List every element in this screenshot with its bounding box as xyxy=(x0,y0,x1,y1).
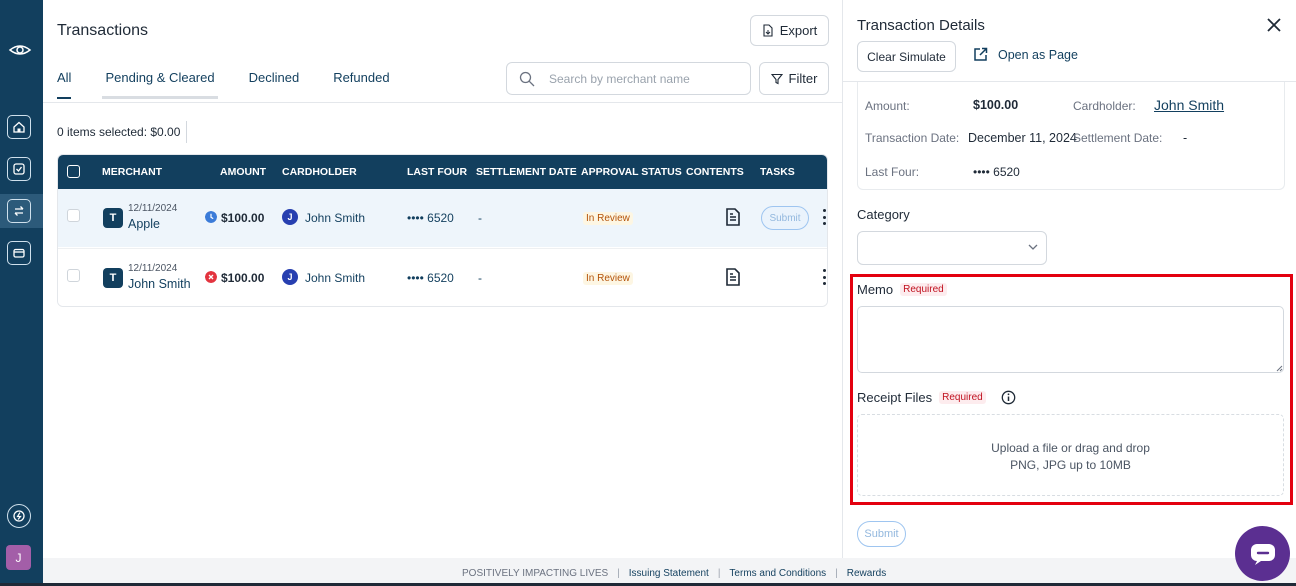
chat-icon xyxy=(1250,543,1275,565)
last-four: •••• 6520 xyxy=(407,271,454,285)
transaction-date-label: Transaction Date: xyxy=(865,131,960,145)
table-header: MERCHANT AMOUNT CARDHOLDER LAST FOUR SET… xyxy=(58,155,827,189)
document-icon[interactable] xyxy=(725,268,741,286)
support-nav-icon[interactable] xyxy=(7,504,31,528)
page-title: Transactions xyxy=(57,22,148,39)
category-select[interactable] xyxy=(857,231,1047,265)
left-nav-rail: J xyxy=(0,0,43,584)
last-four-value: •••• 6520 xyxy=(973,165,1020,179)
header-contents[interactable]: CONTENTS xyxy=(686,166,744,178)
cardholder-avatar: J xyxy=(282,209,298,225)
open-as-page-label: Open as Page xyxy=(998,47,1078,62)
footer-link-terms[interactable]: Terms and Conditions xyxy=(729,568,826,579)
tab-declined[interactable]: Declined xyxy=(249,70,300,99)
filter-icon xyxy=(770,73,783,84)
header-cardholder[interactable]: CARDHOLDER xyxy=(282,166,357,178)
header-tasks[interactable]: TASKS xyxy=(760,166,795,178)
open-as-page-link[interactable]: Open as Page xyxy=(973,47,1078,62)
x-circle-icon xyxy=(205,271,217,283)
table-row[interactable]: T 12/11/2024 John Smith $100.00 J John S… xyxy=(58,248,827,306)
export-icon xyxy=(763,24,773,37)
status-tabs: All Pending & Cleared Declined Refunded xyxy=(57,70,424,99)
merchant-name: Apple xyxy=(128,217,160,231)
clear-simulate-button[interactable]: Clear Simulate xyxy=(857,41,956,72)
user-avatar[interactable]: J xyxy=(6,545,31,570)
transaction-date: 12/11/2024 xyxy=(128,263,178,274)
header-settlement-date[interactable]: SETTLEMENT DATE xyxy=(476,166,577,178)
transaction-date-value: December 11, 2024 xyxy=(968,131,1077,145)
close-icon[interactable] xyxy=(1266,17,1282,33)
header-last-four[interactable]: LAST FOUR xyxy=(407,166,467,178)
filter-label: Filter xyxy=(788,71,818,86)
settlement-date: - xyxy=(478,211,482,225)
table-row[interactable]: T 12/11/2024 Apple $100.00 J John Smith … xyxy=(58,189,827,247)
last-four-label: Last Four: xyxy=(865,165,920,179)
row-checkbox[interactable] xyxy=(67,269,80,282)
search-input[interactable] xyxy=(549,71,729,86)
select-all-checkbox[interactable] xyxy=(67,165,80,178)
footer-link-rewards[interactable]: Rewards xyxy=(847,568,886,579)
row-submit-button[interactable]: Submit xyxy=(761,206,809,230)
filter-button[interactable]: Filter xyxy=(759,62,829,95)
amount-value: $100.00 xyxy=(973,98,1019,112)
transactions-table: MERCHANT AMOUNT CARDHOLDER LAST FOUR SET… xyxy=(57,154,828,307)
row-more-icon[interactable] xyxy=(823,209,827,225)
amount: $100.00 xyxy=(221,211,265,225)
transactions-main: Transactions Export All Pending & Cleare… xyxy=(43,0,842,558)
submit-button[interactable]: Submit xyxy=(857,521,906,547)
clock-icon xyxy=(205,211,217,223)
footer-tagline: POSITIVELY IMPACTING LIVES xyxy=(462,568,609,579)
header-approval-status[interactable]: APPROVAL STATUS xyxy=(581,166,682,178)
header-merchant[interactable]: MERCHANT xyxy=(102,166,162,178)
selection-divider xyxy=(186,121,187,143)
transaction-summary: Amount: $100.00 Cardholder: John Smith T… xyxy=(857,82,1285,190)
home-nav-icon[interactable] xyxy=(7,115,31,139)
tab-all[interactable]: All xyxy=(57,70,72,99)
transaction-date: 12/11/2024 xyxy=(128,203,178,214)
row-checkbox[interactable] xyxy=(67,209,80,222)
cardholder-avatar: J xyxy=(282,269,298,285)
row-more-icon[interactable] xyxy=(823,269,827,285)
selection-summary: 0 items selected: $0.00 xyxy=(57,125,181,139)
tab-refunded[interactable]: Refunded xyxy=(333,70,389,99)
tab-pending-cleared[interactable]: Pending & Cleared xyxy=(102,70,218,99)
chat-launcher[interactable] xyxy=(1235,526,1290,581)
merchant-name: John Smith xyxy=(128,277,191,291)
settlement-date-label: Settlement Date: xyxy=(1073,131,1163,145)
export-button[interactable]: Export xyxy=(750,15,829,46)
document-icon[interactable] xyxy=(725,208,741,226)
tabs-divider xyxy=(43,102,842,103)
page-footer: POSITIVELY IMPACTING LIVES | Issuing Sta… xyxy=(43,558,1296,583)
footer-link-issuing-statement[interactable]: Issuing Statement xyxy=(629,568,709,579)
panel-title: Transaction Details xyxy=(857,17,985,34)
required-fields-highlight xyxy=(850,274,1293,505)
transactions-nav-icon[interactable] xyxy=(7,199,31,223)
status-badge: In Review xyxy=(583,272,633,285)
header-amount[interactable]: AMOUNT xyxy=(220,166,266,178)
settlement-date-value: - xyxy=(1183,131,1188,145)
export-label: Export xyxy=(779,23,818,38)
tasks-nav-icon[interactable] xyxy=(7,157,31,181)
amount-label: Amount: xyxy=(865,99,910,113)
search-icon xyxy=(519,71,535,86)
logo-icon xyxy=(8,45,32,55)
chevron-down-icon xyxy=(1028,244,1038,250)
settlement-date: - xyxy=(478,271,482,285)
cardholder-name: John Smith xyxy=(305,211,366,225)
external-link-icon xyxy=(974,47,988,61)
cardholder-link[interactable]: John Smith xyxy=(1154,97,1224,113)
status-badge: In Review xyxy=(583,212,633,225)
cardholder-name: John Smith xyxy=(305,271,366,285)
cardholder-label: Cardholder: xyxy=(1073,99,1136,113)
search-box[interactable] xyxy=(506,62,751,95)
merchant-avatar: T xyxy=(103,208,123,228)
cards-nav-icon[interactable] xyxy=(7,241,31,265)
last-four: •••• 6520 xyxy=(407,211,454,225)
merchant-avatar: T xyxy=(103,268,123,288)
amount: $100.00 xyxy=(221,271,265,285)
category-label: Category xyxy=(857,207,910,222)
